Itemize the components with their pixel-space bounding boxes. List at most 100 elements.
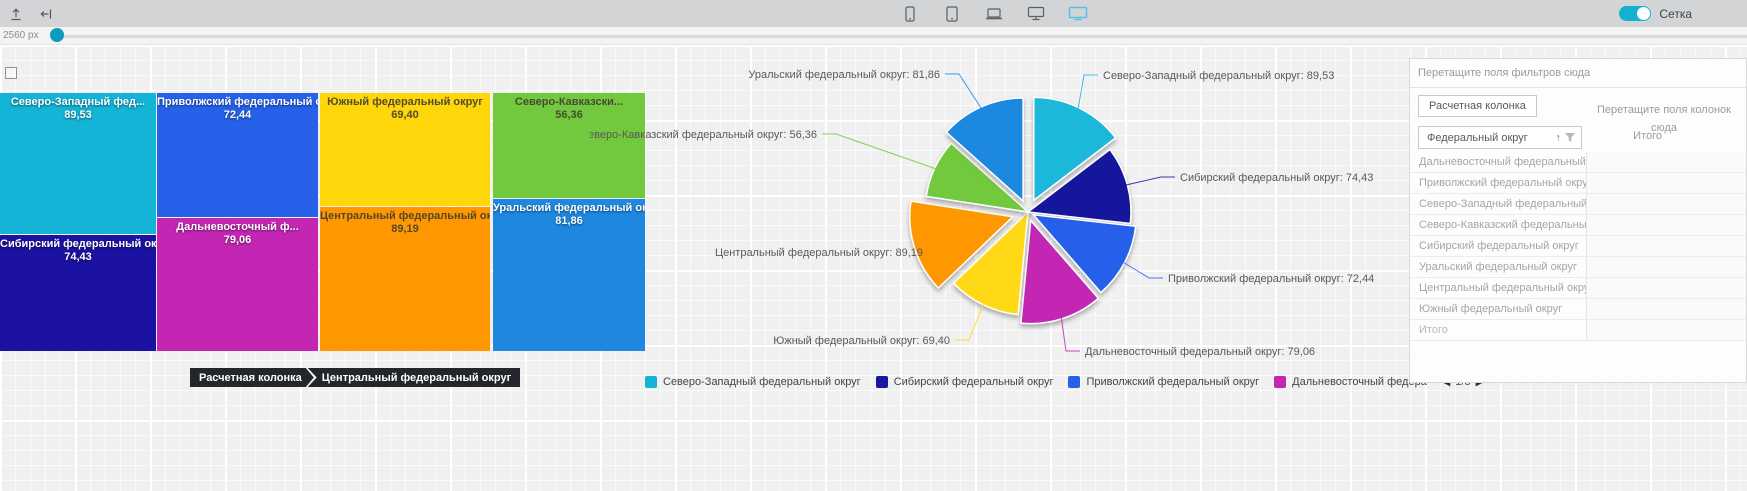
device-laptop-icon[interactable] xyxy=(984,5,1004,23)
pie-label-leader-line xyxy=(955,301,985,340)
row-dimension-cell: Северо-Западный федеральный округ xyxy=(1410,194,1587,214)
pie-slice-label: Северо-Кавказский федеральный округ: 56,… xyxy=(590,129,817,141)
canvas-width-label: 2560 px xyxy=(3,30,39,41)
toolbar-left-group xyxy=(8,0,54,27)
grid-toggle-group: Сетка xyxy=(1619,0,1692,27)
row-value-cell xyxy=(1587,194,1746,214)
legend-item-label: Приволжский федеральный округ xyxy=(1086,376,1259,388)
treemap-cell-label: Дальневосточный ф... xyxy=(157,221,318,234)
legend-item[interactable]: Приволжский федеральный округ xyxy=(1068,376,1259,388)
legend-swatch xyxy=(1274,376,1286,388)
dashboard-canvas: Северо-Западный фед...89,53Сибирский фед… xyxy=(0,45,1747,491)
dimension-header[interactable]: Федеральный округ ↑ xyxy=(1418,126,1582,149)
pie-slice-label: Дальневосточный федеральный округ: 79,06 xyxy=(1085,346,1315,358)
row-dimension-cell: Дальневосточный федеральный округ xyxy=(1410,152,1587,172)
legend-item-label: Северо-Западный федеральный округ xyxy=(663,376,861,388)
sort-asc-icon[interactable]: ↑ xyxy=(1556,132,1562,144)
row-value-cell xyxy=(1587,215,1746,235)
row-value-cell xyxy=(1587,278,1746,298)
columns-area: Расчетная колонка Перетащите поля колоно… xyxy=(1410,88,1746,126)
legend-item[interactable]: Дальневосточный федера xyxy=(1274,376,1427,388)
legend-item-label: Сибирский федеральный округ xyxy=(894,376,1054,388)
table-row[interactable]: Уральский федеральный округ xyxy=(1410,257,1746,278)
pie-slice-label: Центральный федеральный округ: 89,19 xyxy=(715,247,923,259)
legend-item[interactable]: Сибирский федеральный округ xyxy=(876,376,1054,388)
pie-slice-label: Северо-Западный федеральный округ: 89,53 xyxy=(1103,70,1334,82)
row-dimension-cell: Северо-Кавказский федеральный округ xyxy=(1410,215,1587,235)
dimension-header-label: Федеральный округ xyxy=(1427,132,1556,144)
legend-swatch xyxy=(876,376,888,388)
treemap-chart: Северо-Западный фед...89,53Сибирский фед… xyxy=(0,93,645,351)
total-column-header: Итого xyxy=(1633,130,1662,142)
row-value-cell xyxy=(1587,299,1746,319)
table-row[interactable]: Южный федеральный округ xyxy=(1410,299,1746,320)
table-header-row: Федеральный округ ↑ Итого xyxy=(1410,126,1746,152)
width-ruler-bar: 2560 px xyxy=(0,27,1747,45)
table-row[interactable]: Итого xyxy=(1410,320,1746,341)
device-large-display-icon[interactable] xyxy=(1068,5,1088,23)
table-row[interactable]: Сибирский федеральный округ xyxy=(1410,236,1746,257)
pie-chart: Северо-Западный федеральный округ: 89,53… xyxy=(590,50,1420,380)
grid-toggle-label: Сетка xyxy=(1659,7,1692,21)
table-row[interactable]: Центральный федеральный округ xyxy=(1410,278,1746,299)
filter-funnel-icon[interactable] xyxy=(1564,132,1576,143)
treemap-cell-value: 74,43 xyxy=(0,251,156,264)
legend-item-label: Дальневосточный федера xyxy=(1292,376,1427,388)
treemap-cell-label: Сибирский федеральный округ xyxy=(0,238,156,251)
row-value-cell xyxy=(1587,320,1746,340)
table-row[interactable]: Дальневосточный федеральный округ xyxy=(1410,152,1746,173)
device-phone-icon[interactable] xyxy=(900,5,920,23)
row-dimension-cell: Южный федеральный округ xyxy=(1410,299,1587,319)
table-row[interactable]: Северо-Кавказский федеральный округ xyxy=(1410,215,1746,236)
treemap-tooltip: Расчетная колонка Центральный федеральны… xyxy=(190,368,520,387)
treemap-cell-label: Центральный федеральный округ xyxy=(320,210,490,223)
treemap-cell-value: 89,19 xyxy=(320,223,490,236)
treemap-cell[interactable]: Южный федеральный округ69,40 xyxy=(320,93,490,206)
treemap-cell-label: Северо-Западный фед... xyxy=(0,96,156,109)
top-toolbar: Сетка xyxy=(0,0,1747,27)
legend-swatch xyxy=(1068,376,1080,388)
publish-icon[interactable] xyxy=(8,6,24,22)
device-monitor-icon[interactable] xyxy=(1026,5,1046,23)
treemap-cell-label: Приволжский федеральный округ xyxy=(157,96,318,109)
row-dimension-cell: Центральный федеральный округ xyxy=(1410,278,1587,298)
row-value-cell xyxy=(1587,257,1746,277)
legend-item[interactable]: Северо-Западный федеральный округ xyxy=(645,376,861,388)
pie-label-leader-line xyxy=(822,134,939,170)
pie-label-leader-line xyxy=(1121,261,1163,278)
width-slider-thumb[interactable] xyxy=(50,28,64,42)
row-dimension-cell: Сибирский федеральный округ xyxy=(1410,236,1587,256)
device-preview-group xyxy=(900,0,1088,27)
treemap-cell[interactable]: Дальневосточный ф...79,06 xyxy=(157,218,318,351)
treemap-cell-value: 69,40 xyxy=(320,109,490,122)
treemap-cell[interactable]: Центральный федеральный округ89,19 xyxy=(320,207,490,351)
treemap-cell-value: 79,06 xyxy=(157,234,318,247)
toggle-knob xyxy=(1637,7,1650,20)
row-dimension-cell: Приволжский федеральный округ xyxy=(1410,173,1587,193)
pie-label-leader-line xyxy=(1078,75,1098,112)
pie-label-leader-line xyxy=(1061,315,1080,351)
treemap-cell[interactable]: Сибирский федеральный округ74,43 xyxy=(0,235,156,351)
tooltip-value: Центральный федеральный округ xyxy=(308,368,520,387)
filters-placeholder: Перетащите поля фильтров сюда xyxy=(1418,67,1590,79)
table-row[interactable]: Приволжский федеральный округ xyxy=(1410,173,1746,194)
row-value-cell xyxy=(1587,236,1746,256)
pie-label-leader-line xyxy=(1123,177,1175,186)
measure-chip[interactable]: Расчетная колонка xyxy=(1418,95,1537,117)
table-rows: Дальневосточный федеральный округПриволж… xyxy=(1410,152,1746,341)
selection-handle[interactable] xyxy=(5,67,17,79)
filters-dropzone[interactable]: Перетащите поля фильтров сюда xyxy=(1410,59,1746,88)
device-tablet-icon[interactable] xyxy=(942,5,962,23)
pie-label-leader-line xyxy=(945,74,983,111)
pie-slice-label: Южный федеральный округ: 69,40 xyxy=(773,335,950,347)
width-slider-track[interactable] xyxy=(55,35,1747,38)
grid-toggle[interactable] xyxy=(1619,6,1651,21)
dashboard-builder: Сетка 2560 px Северо-Западный фед...89,5… xyxy=(0,0,1747,491)
pie-slice-label: Сибирский федеральный округ: 74,43 xyxy=(1180,172,1373,184)
treemap-cell-value: 72,44 xyxy=(157,109,318,122)
treemap-cell[interactable]: Северо-Западный фед...89,53 xyxy=(0,93,156,234)
treemap-cell[interactable]: Приволжский федеральный округ72,44 xyxy=(157,93,318,217)
collapse-left-icon[interactable] xyxy=(38,6,54,22)
table-row[interactable]: Северо-Западный федеральный округ xyxy=(1410,194,1746,215)
pie-slice-label: Уральский федеральный округ: 81,86 xyxy=(748,69,940,81)
